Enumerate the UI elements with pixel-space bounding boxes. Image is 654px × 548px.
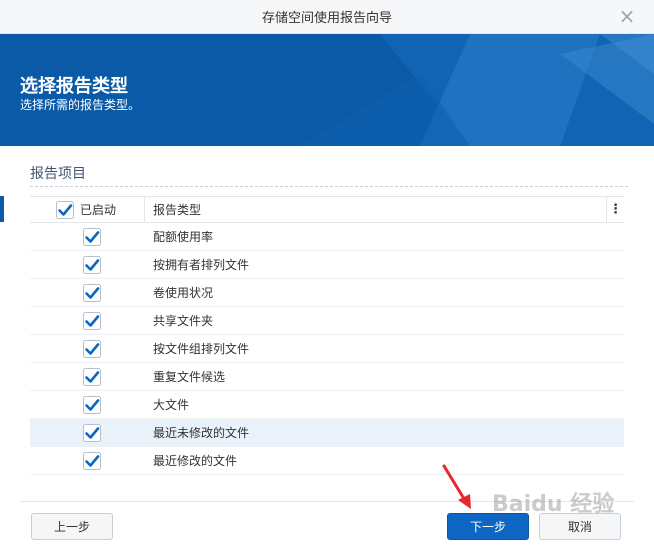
- wizard-banner: 选择报告类型 选择所需的报告类型。: [0, 34, 654, 146]
- checkbox-icon[interactable]: [83, 451, 101, 470]
- close-icon[interactable]: ×: [618, 6, 636, 26]
- report-type-label: 最近修改的文件: [153, 454, 238, 468]
- row-checkbox-cell: [30, 255, 145, 274]
- table-row[interactable]: 卷使用状况: [30, 279, 624, 307]
- row-checkbox-cell: [30, 367, 145, 386]
- table-row[interactable]: 重复文件候选: [30, 363, 624, 391]
- row-checkbox-cell: [30, 283, 145, 302]
- banner-heading: 选择报告类型: [20, 76, 128, 97]
- report-type-label: 大文件: [153, 398, 190, 412]
- checkbox-icon[interactable]: [83, 339, 101, 358]
- table-row[interactable]: 最近未修改的文件: [30, 419, 624, 447]
- row-checkbox-cell: [30, 423, 145, 442]
- checkbox-icon[interactable]: [83, 255, 101, 274]
- banner-subheading: 选择所需的报告类型。: [20, 98, 141, 112]
- checkbox-icon[interactable]: [83, 311, 101, 330]
- report-type-label: 最近未修改的文件: [153, 426, 250, 440]
- row-checkbox-cell: [30, 227, 145, 246]
- row-checkbox-cell: [30, 451, 145, 470]
- checkbox-icon[interactable]: [83, 423, 101, 442]
- checkbox-icon[interactable]: [83, 283, 101, 302]
- table-row[interactable]: 配额使用率: [30, 223, 624, 251]
- row-checkbox-cell: [30, 311, 145, 330]
- table-row[interactable]: 共享文件夹: [30, 307, 624, 335]
- table-row[interactable]: 按文件组排列文件: [30, 335, 624, 363]
- table-row[interactable]: 按拥有者排列文件: [30, 251, 624, 279]
- window-title: 存储空间使用报告向导: [261, 11, 392, 26]
- table-row[interactable]: 最近修改的文件: [30, 447, 624, 475]
- table-header: 已启动 报告类型 ⋮: [30, 196, 624, 223]
- annotation-arrow-icon: [442, 464, 471, 509]
- checkbox-icon[interactable]: [83, 227, 101, 246]
- report-type-label: 重复文件候选: [153, 370, 226, 384]
- column-menu-icon[interactable]: ⋮: [607, 202, 624, 217]
- title-bar: 存储空间使用报告向导 ×: [0, 0, 654, 34]
- section-title: 报告项目: [30, 166, 86, 182]
- row-checkbox-cell: [30, 395, 145, 414]
- row-checkbox-cell: [30, 339, 145, 358]
- header-enabled-label: 已启动: [80, 203, 117, 217]
- prev-button[interactable]: 上一步: [31, 513, 113, 540]
- report-type-label: 配额使用率: [153, 230, 214, 244]
- header-type-cell[interactable]: 报告类型: [145, 197, 607, 222]
- header-type-label: 报告类型: [153, 203, 202, 217]
- checkbox-icon[interactable]: [83, 395, 101, 414]
- table-body: 配额使用率按拥有者排列文件 卷使用状况共享文件夹按文件组排列文件 重复文件候选 大文件…: [30, 223, 624, 475]
- left-accent-bar: [0, 196, 4, 222]
- watermark: Baidu 经验: [492, 492, 615, 517]
- report-type-label: 共享文件夹: [153, 314, 214, 328]
- header-enabled-cell: 已启动: [30, 197, 145, 222]
- header-checkbox-icon[interactable]: [56, 200, 74, 219]
- report-type-label: 卷使用状况: [153, 286, 214, 300]
- report-type-label: 按文件组排列文件: [153, 342, 250, 356]
- section-divider: [30, 186, 628, 187]
- report-table: 已启动 报告类型 ⋮ 配额使用率按拥有者排列文件 卷使用状况共享文件夹按文件组排列…: [30, 196, 624, 475]
- report-type-label: 按拥有者排列文件: [153, 258, 250, 272]
- checkbox-icon[interactable]: [83, 367, 101, 386]
- table-row[interactable]: 大文件: [30, 391, 624, 419]
